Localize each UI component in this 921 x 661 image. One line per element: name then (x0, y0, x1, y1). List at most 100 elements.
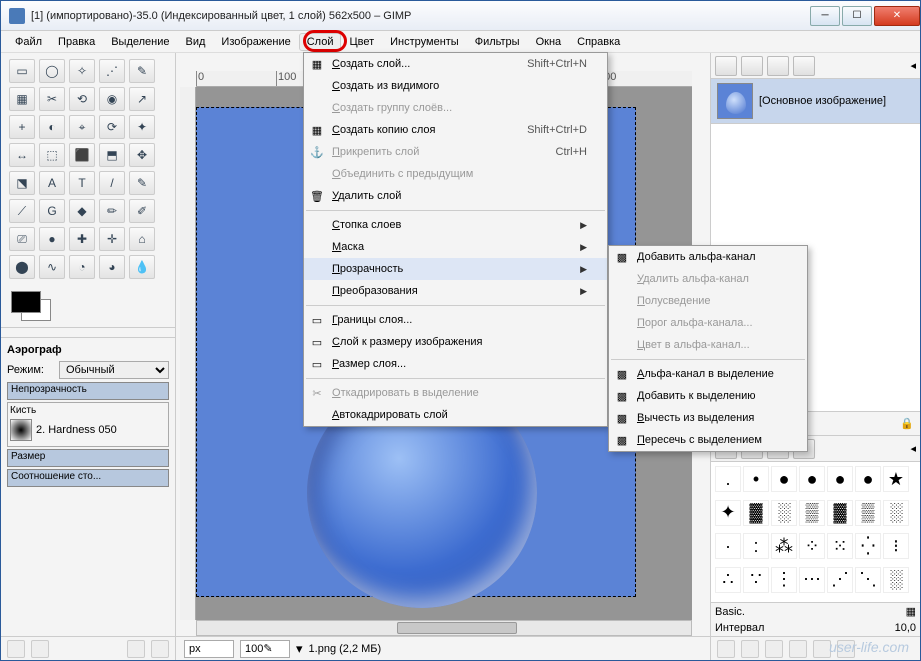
bottom-icon[interactable] (31, 640, 49, 658)
tab-icon[interactable] (741, 56, 763, 76)
tool-button[interactable]: ✎ (129, 171, 155, 195)
brush-item[interactable]: • (743, 466, 769, 492)
menu-item[interactable]: ▩Альфа-канал в выделение (609, 363, 807, 385)
brush-preview[interactable] (10, 419, 32, 441)
mode-select[interactable]: Обычный (59, 361, 169, 379)
menu-item[interactable]: Преобразования▶ (304, 280, 607, 302)
close-button[interactable]: ✕ (874, 6, 920, 26)
brush-item[interactable]: ⁂ (771, 533, 797, 559)
tool-button[interactable]: ⬤ (9, 255, 35, 279)
brush-item[interactable]: ⋮ (771, 567, 797, 593)
menu-item[interactable]: ▩Добавить к выделению (609, 385, 807, 407)
tool-button[interactable]: ✚ (69, 227, 95, 251)
unit-select[interactable]: px (184, 640, 234, 658)
menu-Слой[interactable]: Слой (299, 33, 342, 51)
tool-button[interactable]: ✏ (99, 199, 125, 223)
tool-button[interactable]: ◯ (39, 59, 65, 83)
fg-color[interactable] (11, 291, 41, 313)
brush-item[interactable]: ⁛ (855, 533, 881, 559)
tool-button[interactable]: ⎚ (9, 227, 35, 251)
brush-item[interactable]: . (715, 466, 741, 492)
tool-button[interactable]: ⬚ (39, 143, 65, 167)
tool-button[interactable]: A (39, 171, 65, 195)
scrollbar-thumb[interactable] (397, 622, 517, 634)
menu-item[interactable]: ▭Размер слоя... (304, 353, 607, 375)
brush-menu-icon[interactable]: ▦ (906, 605, 916, 618)
brush-item[interactable]: · (715, 533, 741, 559)
menu-Окна[interactable]: Окна (528, 33, 570, 51)
layer-menu[interactable]: ▦Создать слой...Shift+Ctrl+NСоздать из в… (303, 52, 608, 427)
tool-button[interactable]: ⟳ (99, 115, 125, 139)
tool-button[interactable]: ✛ (99, 227, 125, 251)
tab-icon[interactable] (793, 56, 815, 76)
brush-item[interactable]: ⋯ (799, 567, 825, 593)
menu-item[interactable]: ▦Создать слой...Shift+Ctrl+N (304, 53, 607, 75)
tool-button[interactable]: / (99, 171, 125, 195)
bottom-icon[interactable] (151, 640, 169, 658)
tool-button[interactable]: ⟲ (69, 87, 95, 111)
menu-item[interactable]: Маска▶ (304, 236, 607, 258)
menu-item[interactable]: Прозрачность▶ (304, 258, 607, 280)
layer-row[interactable]: [Основное изображение] (711, 79, 920, 124)
tool-button[interactable]: ⌖ (69, 115, 95, 139)
menu-item[interactable]: ▩Вычесть из выделения (609, 407, 807, 429)
tool-button[interactable]: ⬛ (69, 143, 95, 167)
size-slider[interactable]: Размер (7, 449, 169, 467)
minimize-button[interactable]: ─ (810, 6, 840, 26)
tool-button[interactable]: ⬔ (9, 171, 35, 195)
menu-item[interactable]: Стопка слоев▶ (304, 214, 607, 236)
menu-item[interactable]: ▭Границы слоя... (304, 309, 607, 331)
bottom-icon[interactable] (7, 640, 25, 658)
tool-button[interactable]: ✂ (39, 87, 65, 111)
tool-button[interactable]: ∿ (39, 255, 65, 279)
brush-item[interactable]: ★ (883, 466, 909, 492)
maximize-button[interactable]: ☐ (842, 6, 872, 26)
brush-item[interactable]: ● (771, 466, 797, 492)
menu-Инструменты[interactable]: Инструменты (382, 33, 467, 51)
menu-Файл[interactable]: Файл (7, 33, 50, 51)
brush-item[interactable]: ⁘ (799, 533, 825, 559)
tool-button[interactable]: ⋰ (99, 59, 125, 83)
menu-item[interactable]: Создать из видимого (304, 75, 607, 97)
menu-Выделение[interactable]: Выделение (103, 33, 177, 51)
lock-icon[interactable]: 🔒 (900, 417, 914, 430)
tool-button[interactable]: ● (39, 227, 65, 251)
brush-item[interactable]: ✦ (715, 500, 741, 526)
bottom-icon[interactable] (741, 640, 759, 658)
tool-button[interactable]: ✐ (129, 199, 155, 223)
brush-item[interactable]: ⋰ (827, 567, 853, 593)
ratio-slider[interactable]: Соотношение сто... (7, 469, 169, 487)
brush-item[interactable]: ▒ (799, 500, 825, 526)
tool-button[interactable]: ⟋ (9, 199, 35, 223)
brush-item[interactable]: ░ (883, 500, 909, 526)
tool-button[interactable]: ◔ (69, 255, 95, 279)
tab-icon[interactable] (767, 56, 789, 76)
tool-button[interactable]: ◐ (39, 115, 65, 139)
tool-button[interactable]: T (69, 171, 95, 195)
tool-button[interactable]: G (39, 199, 65, 223)
color-swatch[interactable] (11, 291, 51, 321)
opacity-slider[interactable]: Непрозрачность (7, 382, 169, 400)
bottom-icon[interactable] (765, 640, 783, 658)
brush-item[interactable]: ⋱ (855, 567, 881, 593)
menu-item[interactable]: Автокадрировать слой (304, 404, 607, 426)
brush-item[interactable]: ⁙ (827, 533, 853, 559)
brush-item[interactable]: ⁝ (883, 533, 909, 559)
interval-value[interactable]: 10,0 (895, 622, 916, 634)
brush-item[interactable]: ░ (883, 567, 909, 593)
titlebar[interactable]: [1] (импортировано)-35.0 (Индексированны… (1, 1, 920, 31)
menu-Фильтры[interactable]: Фильтры (467, 33, 528, 51)
menu-Справка[interactable]: Справка (569, 33, 628, 51)
bottom-icon[interactable] (127, 640, 145, 658)
transparency-submenu[interactable]: ▩Добавить альфа-каналУдалить альфа-канал… (608, 245, 808, 452)
tool-button[interactable]: ▭ (9, 59, 35, 83)
brush-item[interactable]: ▓ (827, 500, 853, 526)
menu-item[interactable]: ▦Создать копию слояShift+Ctrl+D (304, 119, 607, 141)
bottom-icon[interactable] (717, 640, 735, 658)
tool-button[interactable]: ⌂ (129, 227, 155, 251)
menu-Вид[interactable]: Вид (178, 33, 214, 51)
brush-item[interactable]: ● (827, 466, 853, 492)
tool-button[interactable]: ⬒ (99, 143, 125, 167)
menu-item[interactable]: ▭Слой к размеру изображения (304, 331, 607, 353)
tool-button[interactable]: ◆ (69, 199, 95, 223)
